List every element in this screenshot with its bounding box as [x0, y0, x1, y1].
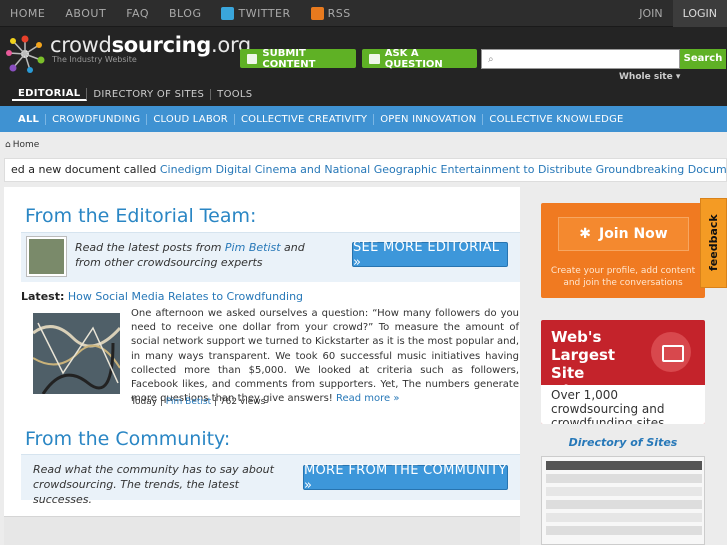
ticker-prefix: ed a new document called [11, 163, 160, 176]
ticker-link[interactable]: Cinedigm Digital Cinema and National Geo… [160, 163, 726, 176]
search-input[interactable]: ⌕ [481, 49, 680, 69]
join-now-button[interactable]: ✱ Join Now [558, 217, 689, 251]
feedback-tab[interactable]: feedback [700, 198, 727, 288]
latest-post-link[interactable]: How Social Media Relates to Crowdfunding [68, 290, 303, 303]
category-nav: ALL CROWDFUNDING CLOUD LABOR COLLECTIVE … [0, 106, 727, 132]
search-button[interactable]: Search [680, 49, 726, 69]
thumb-row [546, 526, 702, 535]
submit-icon [247, 53, 258, 64]
category-collective-knowledge[interactable]: COLLECTIVE KNOWLEDGE [483, 114, 629, 125]
submit-label: SUBMIT CONTENT [262, 47, 316, 70]
post-meta: Today | Pim Betist | 762 views [131, 397, 266, 407]
speech-bubble-icon [369, 53, 380, 64]
top-nav: HOME ABOUT FAQ BLOG TWITTER RSS [0, 0, 361, 27]
see-more-editorial-button[interactable]: SEE MORE EDITORIAL » [352, 240, 508, 270]
ask-label: ASK A QUESTION [384, 47, 443, 70]
book-icon [651, 332, 691, 372]
directory-link[interactable]: Directory of Sites [541, 436, 705, 449]
join-link[interactable]: JOIN [629, 0, 672, 27]
activity-ticker: ed a new document called Cinedigm Digita… [4, 158, 727, 182]
nav-faq[interactable]: FAQ [116, 7, 159, 20]
search-scope-dropdown[interactable]: Whole site ▾ [619, 72, 680, 82]
nav-blog[interactable]: BLOG [159, 7, 211, 20]
login-link[interactable]: LOGIN [672, 0, 727, 27]
category-all[interactable]: ALL [12, 113, 47, 125]
rss-label: RSS [327, 7, 351, 20]
tab-tools[interactable]: TOOLS [211, 89, 258, 100]
author-link[interactable]: Pim Betist [225, 241, 281, 254]
nav-rss[interactable]: RSS [301, 7, 361, 20]
thumb-row [546, 474, 702, 483]
category-crowdfunding[interactable]: CROWDFUNDING [46, 113, 148, 125]
nav-home[interactable]: HOME [0, 7, 55, 20]
category-cloud-labor[interactable]: CLOUD LABOR [147, 113, 235, 125]
painting-image [32, 313, 122, 395]
top-bar: HOME ABOUT FAQ BLOG TWITTER RSS JOIN LOG… [0, 0, 727, 27]
logo-wordmark: crowdsourcing.org [50, 33, 251, 57]
thumb-row [546, 513, 702, 522]
site-logo[interactable]: crowdsourcing.org The Industry Website [4, 33, 251, 75]
post-author-link[interactable]: Pim Betist [166, 397, 211, 407]
join-text: Create your profile, add content and joi… [550, 266, 696, 288]
rss-icon [310, 7, 324, 20]
home-icon: ⌂ [5, 140, 11, 150]
twitter-label: TWITTER [238, 7, 291, 20]
editorial-intro: Read the latest posts from Pim Betist an… [75, 241, 305, 269]
main-tabs: EDITORIAL DIRECTORY OF SITES TOOLS [0, 82, 727, 106]
directory-ad[interactable]: Web's Largest Site Directory Over 1,000 … [541, 320, 705, 424]
nav-twitter[interactable]: TWITTER [211, 7, 300, 20]
directory-screenshot[interactable] [541, 456, 705, 545]
thumb-row [546, 461, 702, 470]
category-open-innovation[interactable]: OPEN INNOVATION [374, 113, 484, 125]
avatar[interactable] [27, 237, 66, 276]
breadcrumb-home: Home [12, 140, 40, 150]
thumb-row [546, 500, 702, 509]
filter-bar [4, 516, 520, 545]
editorial-heading: From the Editorial Team: [25, 205, 257, 227]
ad-subtext: Over 1,000 crowdsourcing and crowdfundin… [541, 385, 705, 424]
nav-about[interactable]: ABOUT [55, 7, 116, 20]
submit-content-button[interactable]: SUBMIT CONTENT [240, 47, 356, 70]
more-from-community-button[interactable]: MORE FROM THE COMMUNITY » [303, 463, 508, 493]
community-heading: From the Community: [25, 428, 231, 450]
twitter-icon [221, 7, 235, 20]
join-box: ✱ Join Now Create your profile, add conte… [541, 203, 705, 298]
read-more-link[interactable]: Read more » [336, 393, 400, 404]
tab-directory[interactable]: DIRECTORY OF SITES [87, 88, 212, 100]
star-icon: ✱ [579, 226, 591, 242]
post-thumbnail[interactable] [32, 313, 122, 395]
community-intro: Read what the community has to say about… [33, 463, 274, 506]
thumb-row [546, 487, 702, 496]
latest-post-heading: Latest: How Social Media Relates to Crow… [21, 290, 304, 303]
main-content: From the Editorial Team: Read the latest… [4, 187, 520, 545]
crowd-logo-icon [6, 35, 45, 73]
category-collective-creativity[interactable]: COLLECTIVE CREATIVITY [235, 113, 375, 125]
search-icon: ⌕ [488, 54, 494, 65]
community-panel: Read what the community has to say about… [21, 454, 520, 506]
breadcrumb[interactable]: ⌂ Home [5, 140, 39, 150]
post-excerpt: One afternoon we asked ourselves a quest… [131, 308, 520, 405]
tab-editorial[interactable]: EDITORIAL [12, 87, 88, 101]
editorial-panel: Read the latest posts from Pim Betist an… [21, 232, 520, 282]
ask-question-button[interactable]: ASK A QUESTION [362, 47, 477, 70]
